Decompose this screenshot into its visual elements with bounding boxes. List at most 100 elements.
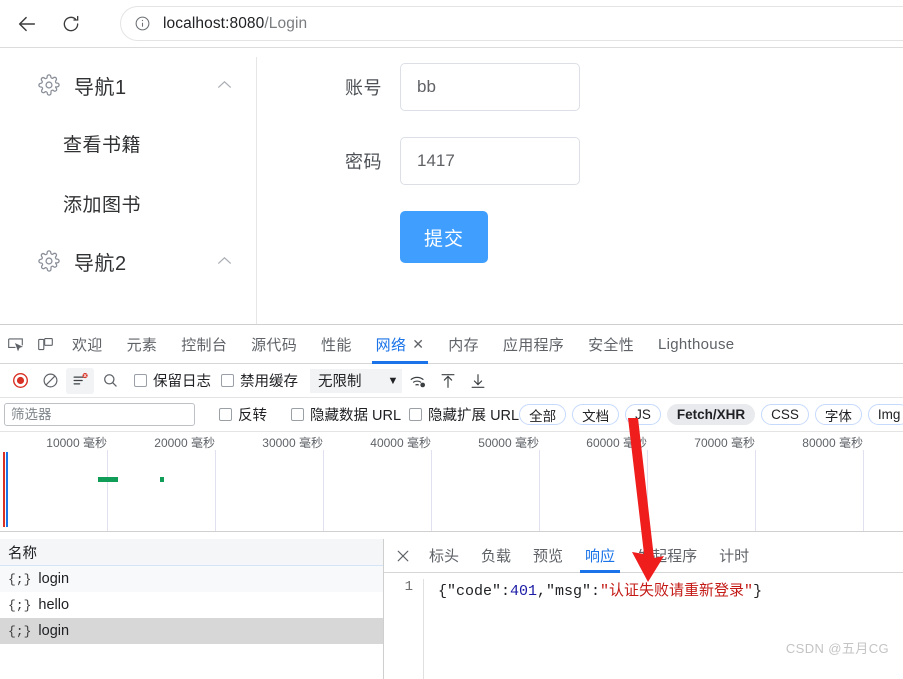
detail-tab-timing[interactable]: 计时 [708,539,760,573]
devtools-tab-security[interactable]: 安全性 [576,325,646,364]
devtools-tab-performance[interactable]: 性能 [309,325,364,364]
overview-gridline [863,450,864,531]
devtools-tab-memory[interactable]: 内存 [436,325,491,364]
close-icon[interactable] [388,541,418,571]
close-icon[interactable]: ✕ [412,336,424,353]
sidebar-item-add-book[interactable]: 添加图书 [8,173,256,233]
overview-tick: 70000 毫秒 [694,436,755,450]
clear-button[interactable] [36,368,64,394]
reload-button[interactable] [54,7,88,41]
request-detail-tabs: 标头 负载 预览 响应 发起程序 计时 [384,539,903,573]
overview-gridline [431,450,432,531]
gear-icon [38,250,60,272]
overview-tick: 40000 毫秒 [370,436,431,450]
network-overview-timeline[interactable]: 10000 毫秒 20000 毫秒 30000 毫秒 40000 毫秒 5000… [0,432,903,532]
screenshot-root: localhost:8080/Login 导航1 查看书籍 添加图书 导航2 账… [0,0,903,679]
devtools-tab-elements[interactable]: 元素 [115,325,170,364]
filter-button[interactable] [66,367,94,394]
sidebar-group-label: 导航1 [74,76,127,99]
devtools-tab-welcome[interactable]: 欢迎 [60,325,115,364]
network-conditions-icon[interactable] [404,368,432,394]
account-row: 账号 [330,63,580,111]
sidebar-item-view-books[interactable]: 查看书籍 [8,113,256,173]
disable-cache-checkbox[interactable]: 禁用缓存 [221,370,298,391]
request-list-header[interactable]: 名称 [0,539,383,566]
detail-tab-headers[interactable]: 标头 [418,539,470,573]
throttling-value: 无限制 [318,374,362,390]
request-row[interactable]: {;} login [0,566,383,592]
export-har-icon[interactable] [464,368,492,394]
json-code-value: 401 [510,583,538,600]
checkbox-box [221,374,234,387]
type-chip-fetch-xhr[interactable]: Fetch/XHR [666,404,756,425]
hide-data-urls-label: 隐藏数据 URL [310,408,402,424]
device-toolbar-icon[interactable] [30,329,60,359]
back-button[interactable] [10,7,44,41]
import-har-icon[interactable] [434,368,462,394]
devtools-tab-application[interactable]: 应用程序 [491,325,576,364]
overview-tick: 50000 毫秒 [478,436,539,450]
detail-tab-payload[interactable]: 负载 [470,539,522,573]
detail-tab-preview[interactable]: 预览 [522,539,574,573]
sidebar-group-nav1[interactable]: 导航1 [8,57,256,113]
password-label: 密码 [345,152,382,172]
type-chip-css[interactable]: CSS [761,404,809,425]
overview-gridline [647,450,648,531]
request-list: 名称 {;} login {;} hello {;} login [0,539,384,679]
devtools-tabbar: 欢迎 元素 控制台 源代码 性能 网络 ✕ 内存 应用程序 安全性 Lighth… [0,325,903,364]
devtools-tab-network[interactable]: 网络 ✕ [364,325,437,364]
throttling-dropdown[interactable]: 无限制 ▼ [310,368,403,393]
type-chip-js[interactable]: JS [625,404,661,425]
request-name: login [38,571,70,587]
devtools-tab-lighthouse[interactable]: Lighthouse [646,325,746,364]
search-button[interactable] [96,368,124,394]
url-path: /Login [264,14,308,32]
tab-label: Lighthouse [658,335,735,353]
overview-gridline [539,450,540,531]
preserve-log-label: 保留日志 [153,374,211,390]
line-number: 1 [384,579,424,679]
site-information-icon[interactable] [134,15,151,32]
type-chip-img[interactable]: Img [867,404,903,425]
page-viewport: 导航1 查看书籍 添加图书 导航2 账号 bb 密码 1417 提交 [0,47,903,325]
overview-request-bar [160,477,164,482]
devtools-tab-console[interactable]: 控制台 [169,325,239,364]
gear-icon [38,74,60,96]
chevron-up-icon[interactable] [217,76,232,94]
browser-toolbar: localhost:8080/Login [0,0,903,47]
json-msg-value: "认证失败请重新登录" [600,583,754,600]
request-row[interactable]: {;} hello [0,592,383,618]
chevron-up-icon[interactable] [217,252,232,270]
hide-data-urls-checkbox[interactable]: 隐藏数据 URL [291,404,401,425]
preserve-log-checkbox[interactable]: 保留日志 [134,370,211,391]
invert-checkbox[interactable]: 反转 [219,404,267,425]
tab-label: 内存 [448,336,479,354]
sidebar-group-nav2[interactable]: 导航2 [8,233,256,289]
sidebar-item-label: 添加图书 [63,194,142,216]
overview-tick: 30000 毫秒 [262,436,323,450]
account-input[interactable] [400,63,580,111]
detail-tab-response[interactable]: 响应 [574,539,626,573]
devtools-tab-sources[interactable]: 源代码 [239,325,309,364]
checkbox-box [219,408,232,421]
type-chip-all[interactable]: 全部 [519,404,567,425]
hide-extension-urls-checkbox[interactable]: 隐藏扩展 URL [409,404,519,425]
overview-tick: 20000 毫秒 [154,436,215,450]
app-sidebar: 导航1 查看书籍 添加图书 导航2 [8,57,257,325]
submit-button[interactable]: 提交 [400,211,488,263]
address-bar[interactable]: localhost:8080/Login [120,6,903,41]
filter-input[interactable] [4,403,195,426]
type-chip-font[interactable]: 字体 [814,404,862,425]
detail-tab-initiator[interactable]: 发起程序 [626,539,708,573]
dom-content-loaded-marker [3,452,5,527]
sidebar-item-label: 查看书籍 [63,134,142,156]
record-button[interactable] [6,368,34,394]
inspect-element-icon[interactable] [0,329,30,359]
password-input[interactable] [400,137,580,185]
json-suffix: } [753,583,763,600]
request-row[interactable]: {;} login [0,618,383,644]
network-split-view: 名称 {;} login {;} hello {;} login 标头 负载 预… [0,539,903,679]
response-body: 1 {"code":401,"msg":"认证失败请重新登录"} [384,573,903,679]
type-chip-doc[interactable]: 文档 [572,404,620,425]
overview-tick: 60000 毫秒 [586,436,647,450]
